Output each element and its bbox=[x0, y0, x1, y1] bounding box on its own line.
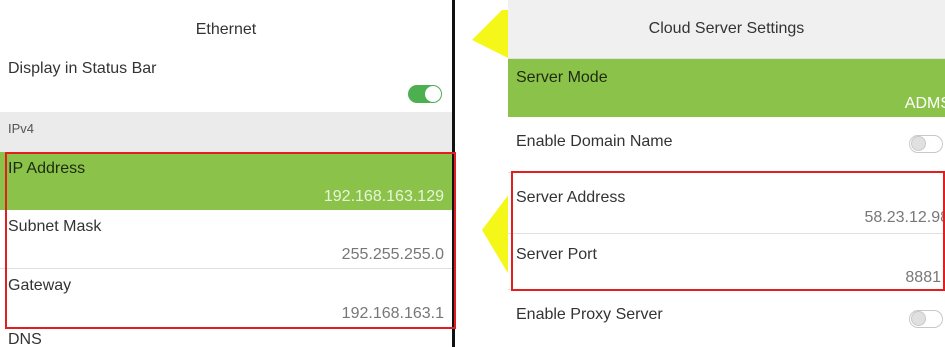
ipv4-section-header: IPv4 bbox=[0, 112, 452, 152]
server-mode-label: Server Mode bbox=[516, 69, 608, 86]
ip-address-row[interactable]: IP Address 192.168.163.129 bbox=[0, 152, 452, 210]
server-port-label: Server Port bbox=[516, 246, 597, 263]
subnet-mask-label: Subnet Mask bbox=[8, 218, 102, 235]
server-port-value: 8881 bbox=[905, 269, 941, 286]
cloud-server-panel: Cloud Server Settings Server Mode ADMS E… bbox=[508, 0, 945, 347]
display-status-bar-label: Display in Status Bar bbox=[8, 60, 157, 77]
gateway-value: 192.168.163.1 bbox=[341, 305, 444, 322]
ip-address-label: IP Address bbox=[8, 160, 86, 177]
enable-proxy-toggle[interactable] bbox=[909, 310, 943, 328]
dns-label: DNS bbox=[8, 331, 42, 347]
ethernet-panel: Ethernet Display in Status Bar IPv4 IP A… bbox=[0, 0, 455, 347]
server-address-value: 58.23.12.98 bbox=[864, 209, 945, 226]
server-address-label: Server Address bbox=[516, 189, 626, 206]
subnet-mask-row[interactable]: Subnet Mask 255.255.255.0 bbox=[0, 210, 452, 268]
server-mode-row[interactable]: Server Mode ADMS bbox=[508, 59, 945, 117]
toggle-knob bbox=[911, 311, 926, 326]
toggle-knob bbox=[911, 136, 926, 151]
display-status-bar-row[interactable]: Display in Status Bar bbox=[0, 58, 452, 108]
gateway-row[interactable]: Gateway 192.168.163.1 bbox=[0, 269, 452, 327]
enable-domain-toggle[interactable] bbox=[909, 135, 943, 153]
gateway-label: Gateway bbox=[8, 277, 72, 294]
server-address-row[interactable]: Server Address 58.23.12.98 bbox=[508, 173, 945, 233]
dns-row[interactable]: DNS bbox=[0, 327, 452, 347]
enable-proxy-row[interactable]: Enable Proxy Server bbox=[508, 290, 945, 347]
server-mode-value: ADMS bbox=[904, 95, 945, 112]
enable-domain-row[interactable]: Enable Domain Name bbox=[508, 117, 945, 172]
ip-address-value: 192.168.163.129 bbox=[323, 188, 444, 205]
server-port-row[interactable]: Server Port 8881 bbox=[508, 234, 945, 289]
toggle-knob bbox=[425, 86, 441, 102]
display-status-bar-toggle[interactable] bbox=[408, 85, 442, 103]
ipv4-section-label: IPv4 bbox=[8, 121, 35, 136]
decorative-arrow-shapes bbox=[472, 10, 512, 280]
subnet-mask-value: 255.255.255.0 bbox=[341, 246, 444, 263]
enable-proxy-label: Enable Proxy Server bbox=[516, 306, 663, 323]
cloud-server-title: Cloud Server Settings bbox=[508, 0, 945, 59]
enable-domain-label: Enable Domain Name bbox=[516, 133, 673, 150]
ethernet-title: Ethernet bbox=[0, 0, 452, 60]
